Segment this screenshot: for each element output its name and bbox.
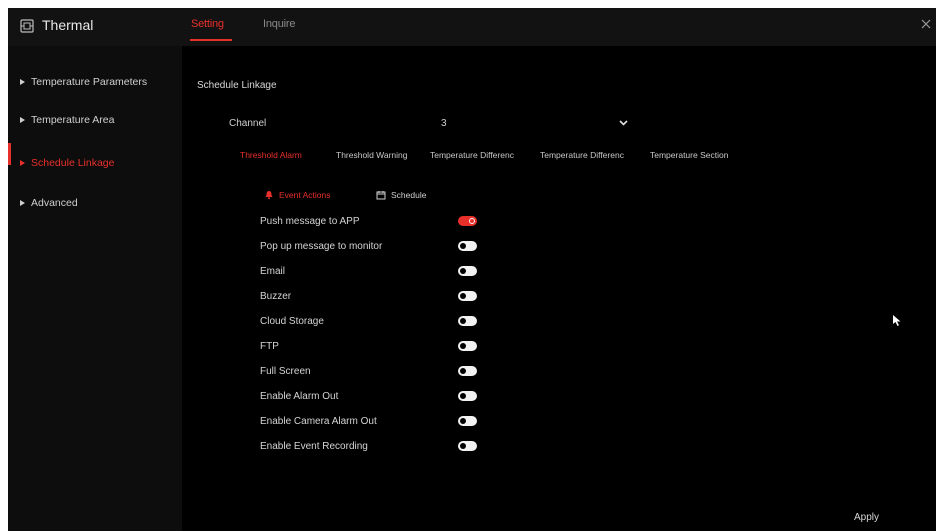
toggle-knob [469,218,475,224]
action-label-event-recording: Enable Event Recording [260,441,368,452]
toggle-knob [460,443,466,449]
ftp-toggle[interactable] [458,341,477,351]
action-label-email: Email [260,266,286,277]
channel-label: Channel [229,118,267,129]
mouse-cursor-icon [893,315,901,326]
channel-select[interactable]: 3 [441,118,447,129]
apply-button[interactable]: Apply [854,512,879,523]
app-title: Thermal [42,17,94,33]
tab-temperature-difference-2[interactable]: Temperature Differenc [540,150,624,160]
toggle-knob [460,343,466,349]
close-icon[interactable] [919,17,933,31]
expand-arrow-icon [20,200,25,206]
alarm-out-toggle[interactable] [458,391,477,401]
sidebar-item-label: Schedule Linkage [31,157,115,169]
toggle-knob [460,318,466,324]
main-panel: Schedule Linkage Channel 3 Threshold Ala… [182,46,936,531]
section-title: Schedule Linkage [197,80,277,91]
buzzer-toggle[interactable] [458,291,477,301]
top-bar: Thermal Setting Inquire [8,8,936,46]
toggle-knob [460,368,466,374]
tab-inquire[interactable]: Inquire [263,18,295,30]
action-label-alarm-out: Enable Alarm Out [260,391,339,402]
thermal-window: Thermal Setting Inquire Temperature Para… [8,8,936,531]
cloud-storage-toggle[interactable] [458,316,477,326]
sidebar-item-schedule-linkage[interactable]: Schedule Linkage [20,157,114,169]
expand-arrow-icon [20,117,25,123]
email-toggle[interactable] [458,266,477,276]
tab-threshold-alarm[interactable]: Threshold Alarm [240,150,302,160]
event-recording-toggle[interactable] [458,441,477,451]
action-label-popup-message: Pop up message to monitor [260,241,383,252]
tab-event-actions-label: Event Actions [279,190,331,200]
expand-arrow-icon [20,79,25,85]
sidebar-item-label: Temperature Parameters [31,76,148,88]
action-label-ftp: FTP [260,341,279,352]
bell-icon [265,191,273,200]
sidebar-item-temperature-area[interactable]: Temperature Area [20,114,114,126]
action-label-buzzer: Buzzer [260,291,292,302]
sidebar: Temperature Parameters Temperature Area … [8,46,182,531]
action-label-cloud-storage: Cloud Storage [260,316,324,327]
popup-message-toggle[interactable] [458,241,477,251]
toggle-knob [460,293,466,299]
tab-temperature-section[interactable]: Temperature Section [650,150,728,160]
action-label-push-message: Push message to APP [260,216,360,227]
sidebar-item-temperature-parameters[interactable]: Temperature Parameters [20,76,147,88]
tab-setting[interactable]: Setting [191,18,224,30]
toggle-knob [460,418,466,424]
tab-threshold-warning[interactable]: Threshold Warning [336,150,408,160]
expand-arrow-icon [20,160,25,166]
push-message-toggle[interactable] [458,216,477,226]
tab-setting-underline [190,39,232,41]
tab-event-actions[interactable]: Event Actions [264,190,331,200]
full-screen-toggle[interactable] [458,366,477,376]
calendar-icon [376,191,386,200]
camera-alarm-out-toggle[interactable] [458,416,477,426]
toggle-knob [460,393,466,399]
tab-schedule[interactable]: Schedule [376,190,426,200]
tab-schedule-label: Schedule [391,190,427,200]
toggle-knob [460,243,466,249]
thermal-app-icon [20,19,34,33]
tab-temperature-difference-1[interactable]: Temperature Differenc [430,150,514,160]
sidebar-active-indicator [8,143,11,165]
toggle-knob [460,268,466,274]
sidebar-item-advanced[interactable]: Advanced [20,197,78,209]
chevron-down-icon[interactable] [619,120,628,126]
action-label-camera-alarm-out: Enable Camera Alarm Out [260,416,377,427]
sidebar-item-label: Temperature Area [31,114,115,126]
action-label-full-screen: Full Screen [260,366,311,377]
sidebar-item-label: Advanced [31,197,78,209]
